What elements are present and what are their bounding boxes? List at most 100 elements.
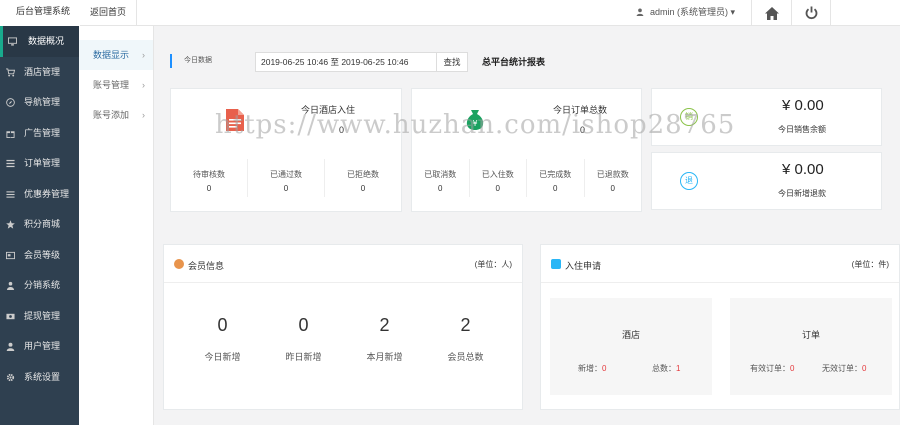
chevron-right-icon: › bbox=[142, 80, 145, 90]
metric: 2 本月新增 bbox=[344, 315, 425, 363]
sidebar-item-orders[interactable]: 订单管理 bbox=[0, 148, 79, 179]
apply-box-title: 订单 bbox=[801, 330, 820, 340]
refund-badge-icon: 退 bbox=[680, 172, 698, 190]
card-value: 0 bbox=[339, 125, 345, 135]
subnav-item-data-display[interactable]: 数据显示 › bbox=[79, 40, 153, 70]
card-value: 0 bbox=[580, 125, 586, 135]
panel-unit: (单位：人) bbox=[474, 260, 512, 269]
metric: 2 会员总数 bbox=[425, 315, 506, 363]
sub-stat-value: 0 bbox=[553, 184, 558, 193]
brand-title: 后台管理系统 bbox=[0, 0, 80, 26]
sidebar-item-label: 系统设置 bbox=[24, 371, 61, 382]
panel-header: 会员信息 (单位：人) bbox=[164, 245, 522, 283]
member-icon bbox=[174, 259, 184, 269]
sub-stat-label: 已拒绝数 bbox=[347, 170, 379, 179]
star-icon bbox=[6, 220, 15, 229]
sidebar-item-label: 数据概况 bbox=[28, 36, 65, 46]
apply-order-box: 订单 有效订单：0 无效订单：0 bbox=[730, 298, 892, 395]
stat-label: 新增： bbox=[578, 364, 602, 373]
sidebar-item-ads[interactable]: 广告管理 bbox=[0, 118, 79, 149]
refund-value: ¥ 0.00 bbox=[782, 161, 824, 178]
sidebar-item-distribution[interactable]: 分销系统 bbox=[0, 270, 79, 301]
apply-hotel-box: 酒店 新增：0 总数：1 bbox=[550, 298, 712, 395]
sidebar-item-label: 会员等级 bbox=[24, 249, 61, 260]
menu-icon bbox=[6, 190, 15, 198]
sub-stat: 已入住数 0 bbox=[470, 159, 527, 197]
stat-label: 总数： bbox=[652, 364, 676, 373]
sub-stat: 已拒绝数 0 bbox=[325, 159, 401, 197]
stat-value: 0 bbox=[602, 364, 607, 373]
sidebar-item-label: 分销系统 bbox=[24, 280, 61, 290]
sub-stat-label: 已取消数 bbox=[424, 170, 457, 179]
stat-value: 1 bbox=[676, 364, 681, 373]
sidebar-item-hotel[interactable]: 酒店管理 bbox=[0, 57, 79, 88]
sidebar-item-navigation[interactable]: 导航管理 bbox=[0, 87, 79, 118]
invalid-order-count: 无效订单：0 bbox=[822, 363, 866, 374]
sidebar-item-label: 用户管理 bbox=[24, 341, 61, 351]
sidebar-item-label: 积分商城 bbox=[24, 219, 61, 229]
metric-value: 0 bbox=[298, 315, 309, 335]
subnav-item-label: 数据显示 bbox=[93, 50, 130, 60]
sub-stats: 已取消数 0 已入住数 0 已完成数 0 已退款数 0 bbox=[412, 159, 641, 197]
checkin-apply-panel: 入住申请 (单位：件) 酒店 新增：0 总数：1 订单 有效订单：0 无效订单：… bbox=[540, 244, 900, 410]
user-menu[interactable]: admin (系统管理员) ▾ bbox=[636, 0, 735, 26]
sub-stat-value: 0 bbox=[438, 184, 443, 193]
metric-value: 2 bbox=[460, 315, 471, 335]
sub-stat-value: 0 bbox=[360, 184, 366, 193]
metric: 0 昨日新增 bbox=[263, 315, 344, 363]
home-icon bbox=[764, 6, 779, 20]
sub-stat-label: 已完成数 bbox=[539, 170, 572, 179]
apply-icon bbox=[551, 259, 561, 269]
panel-header: 入住申请 (单位：件) bbox=[541, 245, 899, 283]
back-home-link[interactable]: 返回首页 bbox=[80, 0, 138, 26]
sub-stat-value: 0 bbox=[610, 184, 615, 193]
date-range-value: 2019-06-25 10:46 至 2019-06-25 10:46 bbox=[261, 57, 409, 67]
sidebar: 数据概况 酒店管理 导航管理 广告管理 订单管理 优惠券管理 积分商城 会员等级… bbox=[0, 26, 79, 425]
panel-title: 会员信息 bbox=[188, 261, 225, 271]
sales-balance-card: 销 ¥ 0.00 今日销售余额 bbox=[651, 88, 882, 146]
apply-total-count: 总数：1 bbox=[652, 363, 680, 374]
sales-badge-icon: 销 bbox=[680, 108, 698, 126]
query-button[interactable]: 查找 bbox=[436, 52, 468, 72]
metric-label: 今日新增 bbox=[204, 352, 241, 362]
sidebar-item-dashboard[interactable]: 数据概况 bbox=[0, 26, 79, 57]
metric-value: 2 bbox=[379, 315, 390, 335]
panel-title: 入住申请 bbox=[565, 261, 602, 271]
date-range-input[interactable]: 2019-06-25 10:46 至 2019-06-25 10:46 bbox=[255, 52, 451, 72]
apply-new-count: 新增：0 bbox=[578, 363, 606, 374]
home-button[interactable] bbox=[751, 0, 791, 26]
user-name: admin (系统管理员) bbox=[650, 7, 729, 17]
sidebar-item-users[interactable]: 用户管理 bbox=[0, 331, 79, 362]
valid-order-count: 有效订单：0 bbox=[750, 363, 794, 374]
sales-balance-label: 今日销售余额 bbox=[778, 125, 826, 134]
sidebar-item-member-level[interactable]: 会员等级 bbox=[0, 240, 79, 271]
chevron-right-icon: › bbox=[142, 50, 145, 60]
document-icon bbox=[226, 109, 244, 131]
stat-label: 有效订单： bbox=[750, 364, 790, 373]
sub-stat-value: 0 bbox=[206, 184, 212, 193]
sidebar-item-points-mall[interactable]: 积分商城 bbox=[0, 209, 79, 240]
subnav-item-account-add[interactable]: 账号添加 › bbox=[79, 100, 153, 130]
card-title: 今日订单总数 bbox=[553, 105, 608, 115]
sales-balance-value: ¥ 0.00 bbox=[782, 97, 824, 114]
sub-stat: 待审核数 0 bbox=[171, 159, 248, 197]
sub-navigation: 数据显示 › 账号管理 › 账号添加 › bbox=[79, 26, 154, 425]
logout-button[interactable] bbox=[791, 0, 831, 26]
list-icon bbox=[6, 159, 15, 168]
share-icon bbox=[6, 281, 15, 290]
sub-stat-label: 已退款数 bbox=[596, 170, 629, 179]
member-info-panel: 会员信息 (单位：人) 0 今日新增 0 昨日新增 2 本月新增 2 会员总数 bbox=[163, 244, 523, 410]
subnav-item-label: 账号管理 bbox=[93, 80, 130, 90]
sidebar-item-settings[interactable]: 系统设置 bbox=[0, 362, 79, 393]
sidebar-item-label: 优惠券管理 bbox=[24, 188, 70, 199]
filter-label: 今日数据 bbox=[170, 54, 212, 68]
cash-icon bbox=[6, 313, 15, 319]
sub-stat-label: 已通过数 bbox=[270, 170, 302, 179]
subnav-item-account-manage[interactable]: 账号管理 › bbox=[79, 70, 153, 100]
stat-value: 0 bbox=[790, 364, 795, 373]
gear-icon bbox=[6, 373, 15, 381]
sidebar-item-coupons[interactable]: 优惠券管理 bbox=[0, 179, 79, 210]
stat-panel: 今日酒店入住 0 待审核数 0 已通过数 0 已拒绝数 0 ¥ 今日订单总数 0 已取… bbox=[170, 88, 900, 226]
sidebar-item-withdraw[interactable]: 提现管理 bbox=[0, 301, 79, 332]
sub-stat-value: 0 bbox=[495, 184, 500, 193]
